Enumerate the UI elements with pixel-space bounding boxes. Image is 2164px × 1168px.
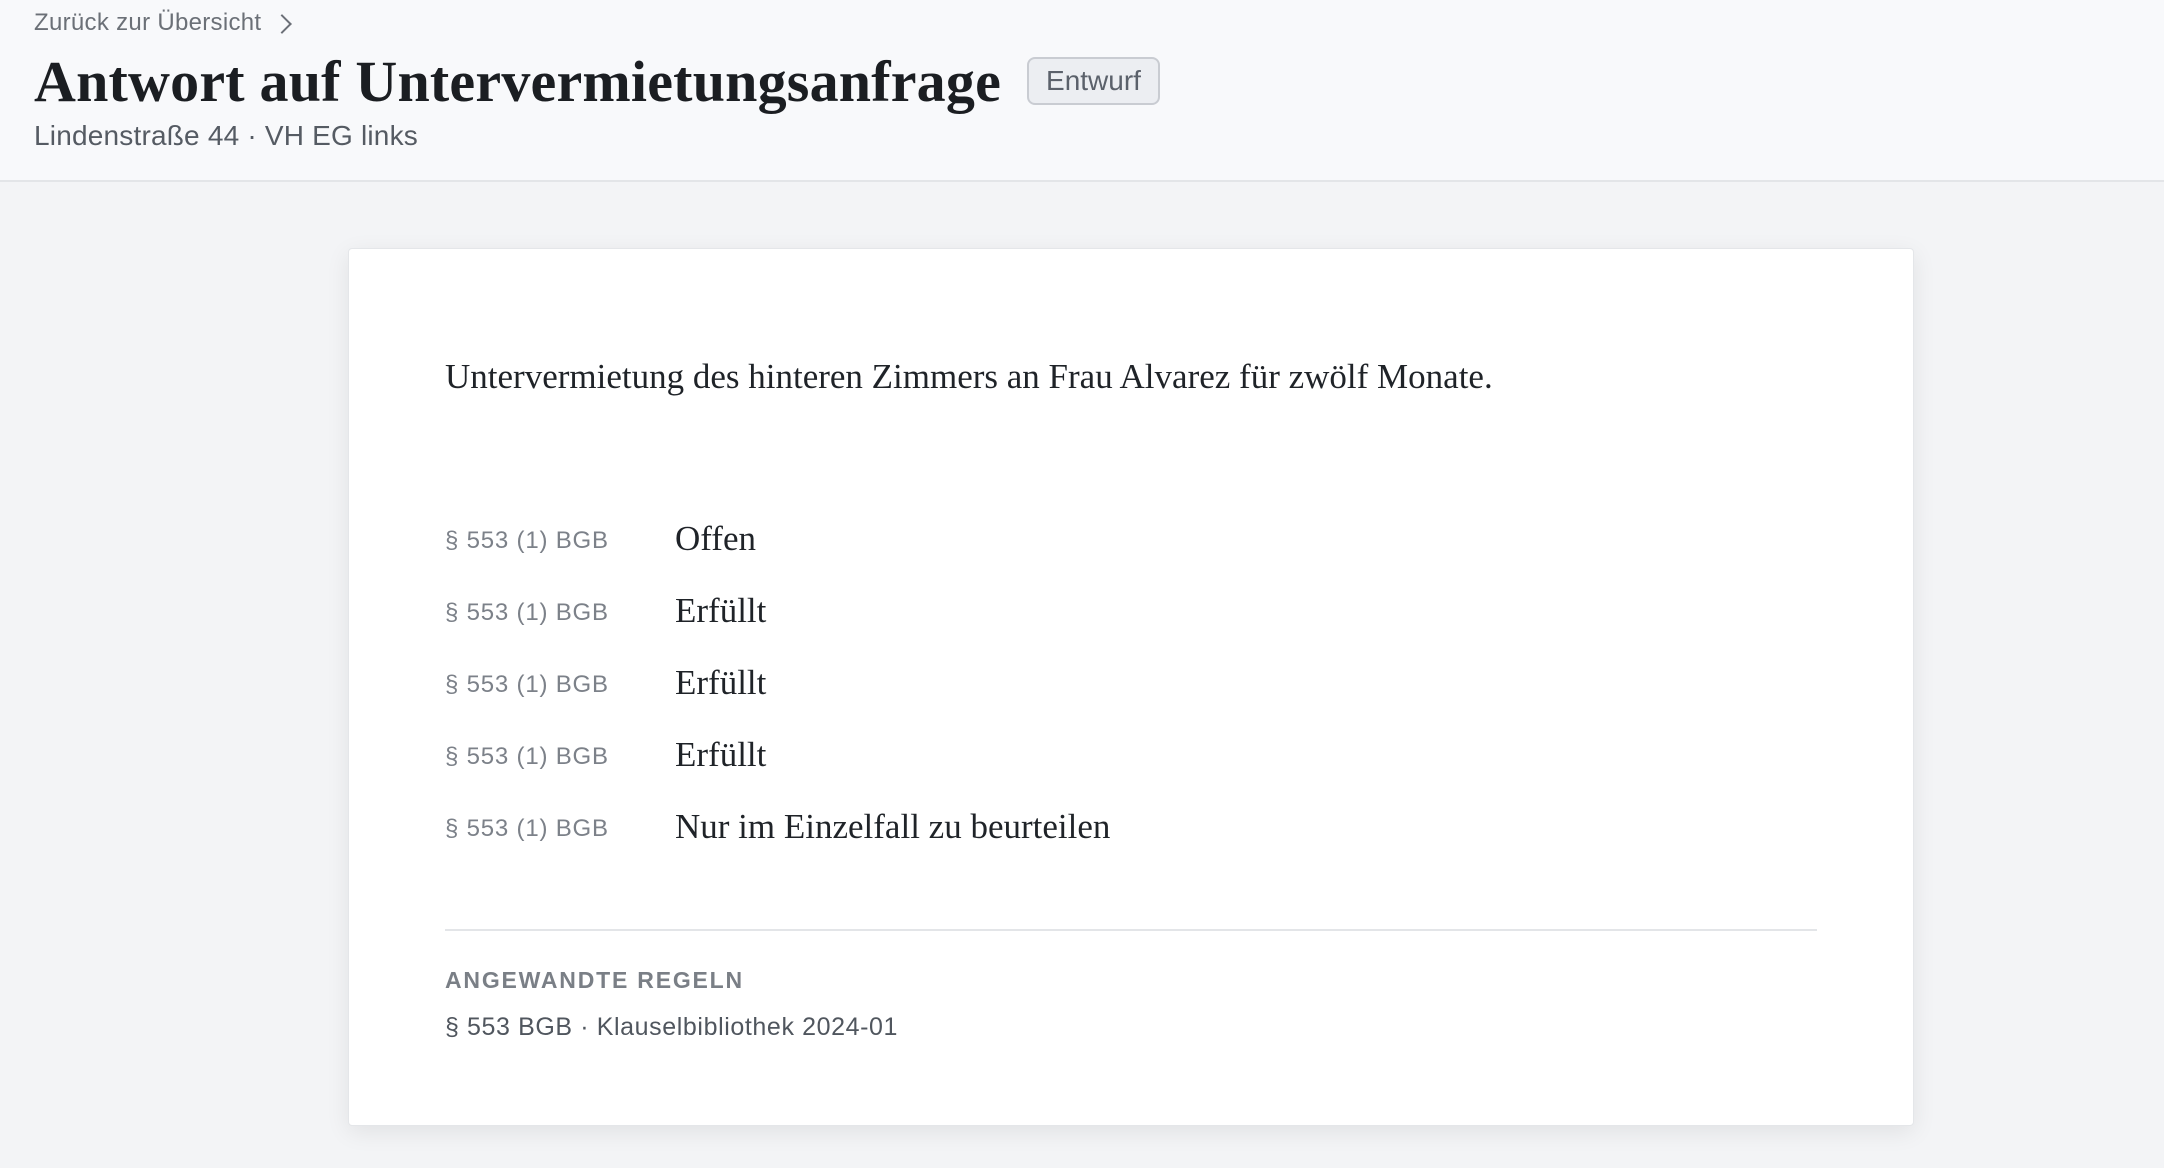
section-divider <box>445 929 1817 931</box>
check-row: § 553 (1) BGB Offen <box>445 503 1110 575</box>
response-card: Untervermietung des hinteren Zimmers an … <box>348 248 1914 1126</box>
check-row: § 553 (1) BGB Erfüllt <box>445 575 1110 647</box>
status-badge: Entwurf <box>1027 57 1160 105</box>
check-reference: § 553 (1) BGB <box>445 599 609 626</box>
check-status: Nur im Einzelfall zu beurteilen <box>675 807 1111 846</box>
check-row: § 553 (1) BGB Erfüllt <box>445 647 1110 719</box>
chevron-right-icon <box>272 13 293 34</box>
check-status: Erfüllt <box>675 735 767 774</box>
check-reference: § 553 (1) BGB <box>445 743 609 770</box>
applied-rules-heading: ANGEWANDTE REGELN <box>445 967 744 993</box>
check-status: Erfüllt <box>675 591 767 630</box>
page-title: Antwort auf Untervermietungsanfrage <box>34 48 1002 114</box>
page-header: Zurück zur Übersicht Antwort auf Unterve… <box>0 0 2164 182</box>
breadcrumb-back-link[interactable]: Zurück zur Übersicht <box>34 6 293 40</box>
applied-rules-text: § 553 BGB · Klauselbibliothek 2024-01 <box>445 1013 899 1041</box>
request-summary: Untervermietung des hinteren Zimmers an … <box>445 357 1493 396</box>
check-status: Offen <box>675 519 756 558</box>
page-subtitle: Lindenstraße 44 · VH EG links <box>34 120 418 151</box>
check-status: Erfüllt <box>675 663 767 702</box>
check-reference: § 553 (1) BGB <box>445 815 609 842</box>
check-row: § 553 (1) BGB Erfüllt <box>445 719 1110 791</box>
check-reference: § 553 (1) BGB <box>445 527 609 554</box>
requirements-checklist: § 553 (1) BGB Offen § 553 (1) BGB Erfüll… <box>445 503 1110 863</box>
check-row: § 553 (1) BGB Nur im Einzelfall zu beurt… <box>445 791 1110 863</box>
title-row: Antwort auf Untervermietungsanfrage Entw… <box>34 48 1160 114</box>
breadcrumb-label: Zurück zur Übersicht <box>34 9 262 36</box>
check-reference: § 553 (1) BGB <box>445 671 609 698</box>
